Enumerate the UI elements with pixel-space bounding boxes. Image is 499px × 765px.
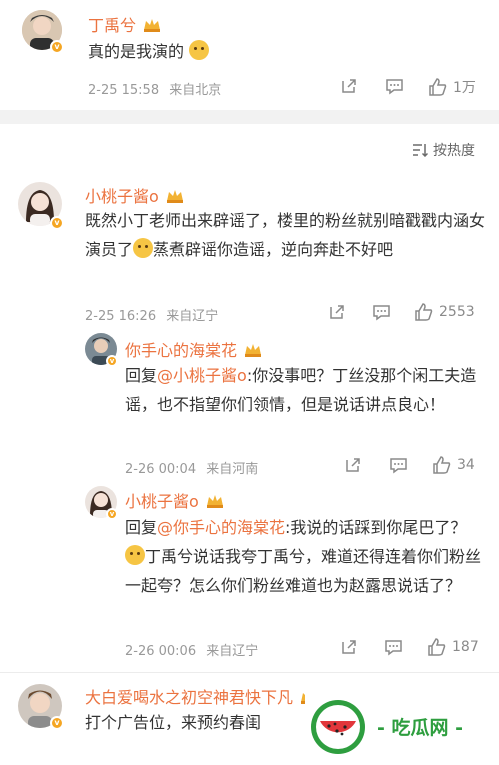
- section-divider: [0, 110, 499, 124]
- reply-text-content: :我说的话踩到你尾巴了？: [285, 518, 467, 537]
- reply-author-name[interactable]: 你手心的海棠花: [125, 337, 262, 361]
- reply-source: 来自辽宁: [206, 644, 259, 659]
- post-time: 2-25 15:58: [88, 83, 160, 98]
- verified-badge-icon: v: [50, 716, 64, 730]
- reply-text-tail: 丁禹兮说话我夸丁禹兮，难道还得连着你们粉丝一起夸？怎么你们粉丝难道也为赵露思说话…: [125, 547, 482, 595]
- comment-icon: [386, 79, 403, 95]
- comment-author-name-text[interactable]: 小桃子酱o: [85, 187, 159, 206]
- reply-like-count: 187: [452, 639, 479, 655]
- post-share-button[interactable]: [340, 77, 358, 95]
- sort-toggle[interactable]: 按热度: [412, 140, 475, 160]
- share-icon: [346, 458, 360, 472]
- post-like-count: 1万: [453, 80, 476, 96]
- comment-author-name-text[interactable]: 大白爱喝水之初空神君快下凡: [85, 688, 293, 707]
- watermark: - 吃瓜网 -: [305, 688, 499, 765]
- watermelon-logo-icon: [311, 699, 365, 754]
- post-source: 来自北京: [169, 83, 222, 98]
- crown-badge-icon: [245, 344, 262, 357]
- comment-text: 打个广告位，来预约春闺: [85, 708, 315, 737]
- comment-author-name[interactable]: 大白爱喝水之初空神君快下凡: [85, 684, 318, 708]
- comment-text: 既然小丁老师出来辟谣了，楼里的粉丝就别暗戳戳内涵女演员了 蒸煮辟谣你造谣，逆向奔赴…: [85, 206, 485, 264]
- reply-comment-button[interactable]: [384, 638, 403, 656]
- comment-source: 来自辽宁: [166, 309, 219, 324]
- verified-badge-icon: v: [106, 508, 118, 520]
- reply-author-name[interactable]: 小桃子酱o: [125, 488, 224, 512]
- share-icon: [342, 79, 356, 93]
- post-author-name-text[interactable]: 丁禹兮: [88, 16, 136, 35]
- comment-reply-button[interactable]: [372, 303, 391, 321]
- reply-share-button[interactable]: [344, 456, 362, 474]
- comment-text-content: 打个广告位，来预约春闺: [85, 713, 262, 732]
- reply-share-button[interactable]: [340, 638, 358, 656]
- reply-like-count: 34: [457, 457, 475, 473]
- reply-time: 2-26 00:04: [125, 462, 197, 477]
- reply-mention-link[interactable]: @小桃子酱o: [157, 366, 247, 385]
- crown-badge-icon: [166, 190, 183, 203]
- reply-author-name-text[interactable]: 你手心的海棠花: [125, 341, 237, 360]
- reply-source: 来自河南: [206, 462, 259, 477]
- sort-icon: [413, 144, 428, 157]
- emoji-icon: [125, 545, 145, 565]
- reply-prefix: 回复: [125, 518, 158, 537]
- emoji-icon: [189, 40, 210, 60]
- verified-badge-icon: v: [50, 216, 64, 230]
- verified-badge-icon: v: [106, 355, 118, 367]
- post-text-content: 真的是我演的: [88, 42, 185, 61]
- sort-label[interactable]: 按热度: [433, 140, 475, 160]
- reply-time: 2-26 00:06: [125, 644, 197, 659]
- share-icon: [342, 640, 356, 654]
- emoji-icon: [133, 238, 154, 258]
- reply-author-name-text[interactable]: 小桃子酱o: [125, 492, 199, 511]
- comment-share-button[interactable]: [328, 303, 346, 321]
- crown-badge-icon: [144, 19, 161, 32]
- watermark-text: - 吃瓜网 -: [377, 717, 464, 739]
- comment-icon: [385, 640, 402, 656]
- share-icon: [330, 305, 344, 319]
- like-icon: [429, 78, 447, 96]
- like-icon: [415, 303, 433, 321]
- comment-like-button[interactable]: 2553: [414, 303, 475, 321]
- crown-badge-icon: [206, 495, 223, 508]
- comment-meta: 2-25 16:26 来自辽宁: [85, 305, 218, 324]
- post-author-name[interactable]: 丁禹兮: [88, 12, 161, 36]
- comment-icon: [373, 305, 390, 321]
- post-text: 真的是我演的: [88, 37, 210, 66]
- like-icon: [433, 456, 451, 474]
- reply-prefix: 回复: [125, 366, 158, 385]
- comment-divider: [0, 672, 499, 673]
- comment-text-tail: 蒸煮辟谣你造谣，逆向奔赴不好吧: [153, 240, 394, 259]
- comment-author-name[interactable]: 小桃子酱o: [85, 183, 184, 207]
- reply-like-button[interactable]: 34: [432, 456, 475, 474]
- post-like-button[interactable]: 1万: [428, 77, 476, 97]
- verified-badge-icon: v: [50, 40, 64, 54]
- reply-text: 回复@你手心的海棠花:我说的话踩到你尾巴了？ 丁禹兮说话我夸丁禹兮，难道还得连着你…: [125, 513, 483, 600]
- post-meta: 2-25 15:58 来自北京: [88, 79, 221, 98]
- like-icon: [428, 638, 446, 656]
- reply-mention-link[interactable]: @你手心的海棠花: [157, 518, 285, 537]
- reply-meta: 2-26 00:06 来自辽宁: [125, 640, 258, 659]
- post-comment-button[interactable]: [385, 77, 404, 95]
- reply-like-button[interactable]: 187: [427, 638, 479, 656]
- reply-text: 回复@小桃子酱o:你没事吧？丁丝没那个闲工夫造谣，也不指望你们领情，但是说话讲点…: [125, 361, 483, 419]
- reply-meta: 2-26 00:04 来自河南: [125, 458, 258, 477]
- comment-icon: [390, 458, 407, 474]
- comment-time: 2-25 16:26: [85, 309, 157, 324]
- comment-like-count: 2553: [439, 304, 475, 320]
- reply-comment-button[interactable]: [389, 456, 408, 474]
